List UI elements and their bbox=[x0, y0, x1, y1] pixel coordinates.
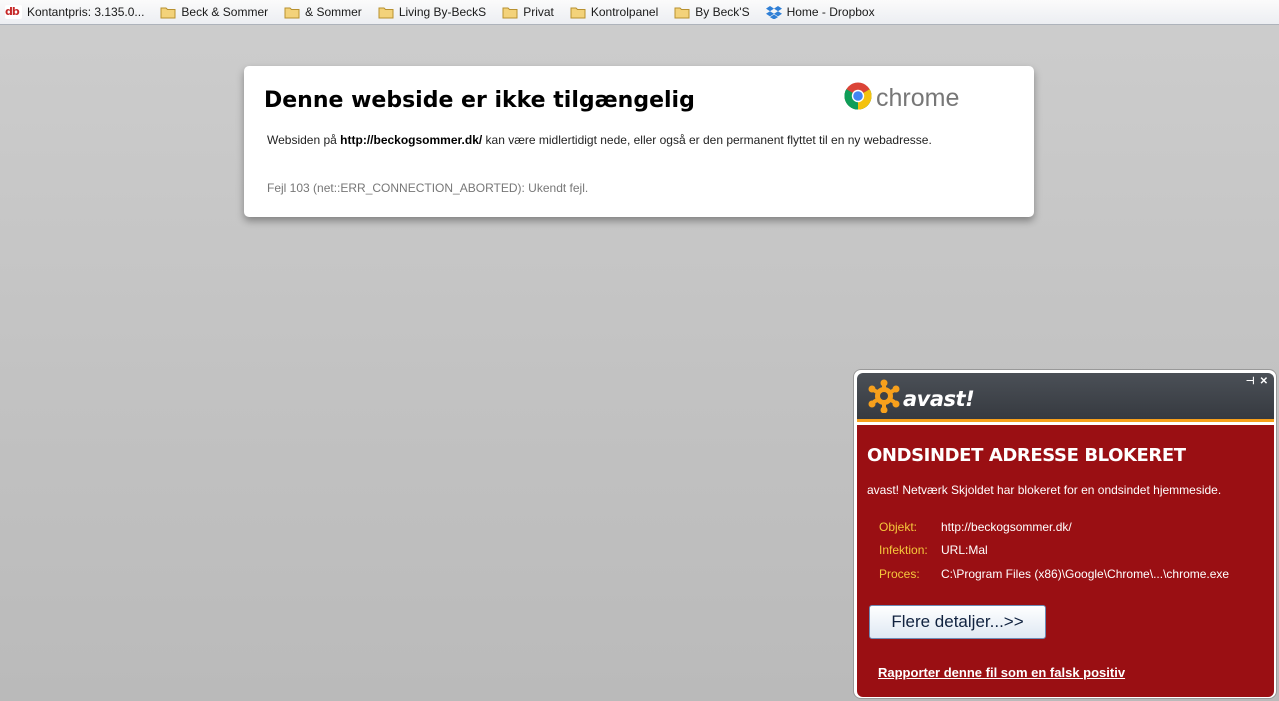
avast-alert-description: avast! Netværk Skjoldet har blokeret for… bbox=[867, 483, 1222, 497]
close-icon[interactable]: ✕ bbox=[1260, 376, 1268, 387]
folder-icon bbox=[160, 6, 176, 19]
chrome-wordmark: chrome bbox=[876, 84, 960, 112]
detail-value: http://beckogsommer.dk/ bbox=[941, 520, 1072, 534]
report-false-positive-link[interactable]: Rapporter denne fil som en falsk positiv bbox=[878, 665, 1125, 680]
error-message: Websiden på http://beckogsommer.dk/ kan … bbox=[267, 133, 932, 147]
bookmark-label: Home - Dropbox bbox=[786, 5, 875, 19]
avast-window-controls: ⊣ ✕ bbox=[1246, 376, 1268, 387]
bookmark-privat[interactable]: Privat bbox=[502, 5, 554, 19]
bookmark-and-sommer[interactable]: & Sommer bbox=[284, 5, 362, 19]
folder-icon bbox=[570, 6, 586, 19]
folder-icon bbox=[284, 6, 300, 19]
bookmarks-bar: db Kontantpris: 3.135.0... Beck & Sommer… bbox=[0, 0, 1279, 25]
error-message-suffix: kan være midlertidigt nede, eller også e… bbox=[482, 133, 932, 147]
detail-value: URL:Mal bbox=[941, 543, 988, 557]
avast-alert-title: ONDSINDET ADRESSE BLOKERET bbox=[867, 445, 1186, 466]
bookmark-label: Kontrolpanel bbox=[590, 5, 659, 19]
bookmark-living-by-becks[interactable]: Living By-BeckS bbox=[378, 5, 486, 19]
chrome-icon bbox=[844, 82, 872, 115]
avast-body: ONDSINDET ADRESSE BLOKERET avast! Netvær… bbox=[857, 425, 1274, 697]
detail-key: Objekt: bbox=[879, 520, 918, 534]
avast-detail-row-object: Objekt: http://beckogsommer.dk/ bbox=[879, 520, 1072, 534]
page-title: Denne webside er ikke tilgængelig bbox=[264, 88, 695, 113]
avast-header: avast! ⊣ ✕ bbox=[857, 373, 1274, 422]
bookmark-label: Living By-BeckS bbox=[398, 5, 487, 19]
folder-icon bbox=[378, 6, 394, 19]
folder-icon bbox=[502, 6, 518, 19]
chrome-logo: chrome bbox=[844, 82, 959, 115]
bookmark-kontrolpanel[interactable]: Kontrolpanel bbox=[570, 5, 658, 19]
bookmark-label: Privat bbox=[523, 5, 554, 19]
folder-icon bbox=[674, 6, 690, 19]
avast-icon bbox=[867, 379, 901, 418]
error-message-prefix: Websiden på bbox=[267, 133, 341, 147]
detail-key: Infektion: bbox=[879, 543, 928, 557]
dropbox-icon bbox=[765, 5, 782, 19]
bookmark-label: By Beck'S bbox=[695, 5, 750, 19]
error-code: Fejl 103 (net::ERR_CONNECTION_ABORTED): … bbox=[267, 181, 589, 195]
error-url: http://beckogsommer.dk/ bbox=[340, 133, 483, 147]
pin-icon[interactable]: ⊣ bbox=[1246, 376, 1255, 387]
detail-value: C:\Program Files (x86)\Google\Chrome\...… bbox=[941, 567, 1230, 581]
avast-detail-row-infection: Infektion: URL:Mal bbox=[879, 543, 988, 557]
detail-key: Proces: bbox=[879, 567, 920, 581]
bookmark-beck-sommer[interactable]: Beck & Sommer bbox=[160, 5, 268, 19]
db-icon: db bbox=[5, 5, 22, 19]
avast-logo: avast! bbox=[867, 379, 975, 418]
bookmark-label: Beck & Sommer bbox=[181, 5, 269, 19]
bookmark-label: & Sommer bbox=[305, 5, 362, 19]
bookmark-home-dropbox[interactable]: Home - Dropbox bbox=[765, 5, 875, 19]
avast-popup: avast! ⊣ ✕ ONDSINDET ADRESSE BLOKERET av… bbox=[853, 369, 1277, 699]
avast-wordmark: avast! bbox=[903, 386, 975, 411]
avast-detail-row-process: Proces: C:\Program Files (x86)\Google\Ch… bbox=[879, 567, 1229, 581]
more-details-button[interactable]: Flere detaljer...>> bbox=[869, 605, 1046, 639]
bookmark-kontantpris[interactable]: db Kontantpris: 3.135.0... bbox=[5, 5, 144, 19]
error-card: Denne webside er ikke tilgængelig chrome… bbox=[244, 66, 1034, 217]
bookmark-by-becks[interactable]: By Beck'S bbox=[674, 5, 750, 19]
bookmark-label: Kontantpris: 3.135.0... bbox=[27, 5, 145, 19]
